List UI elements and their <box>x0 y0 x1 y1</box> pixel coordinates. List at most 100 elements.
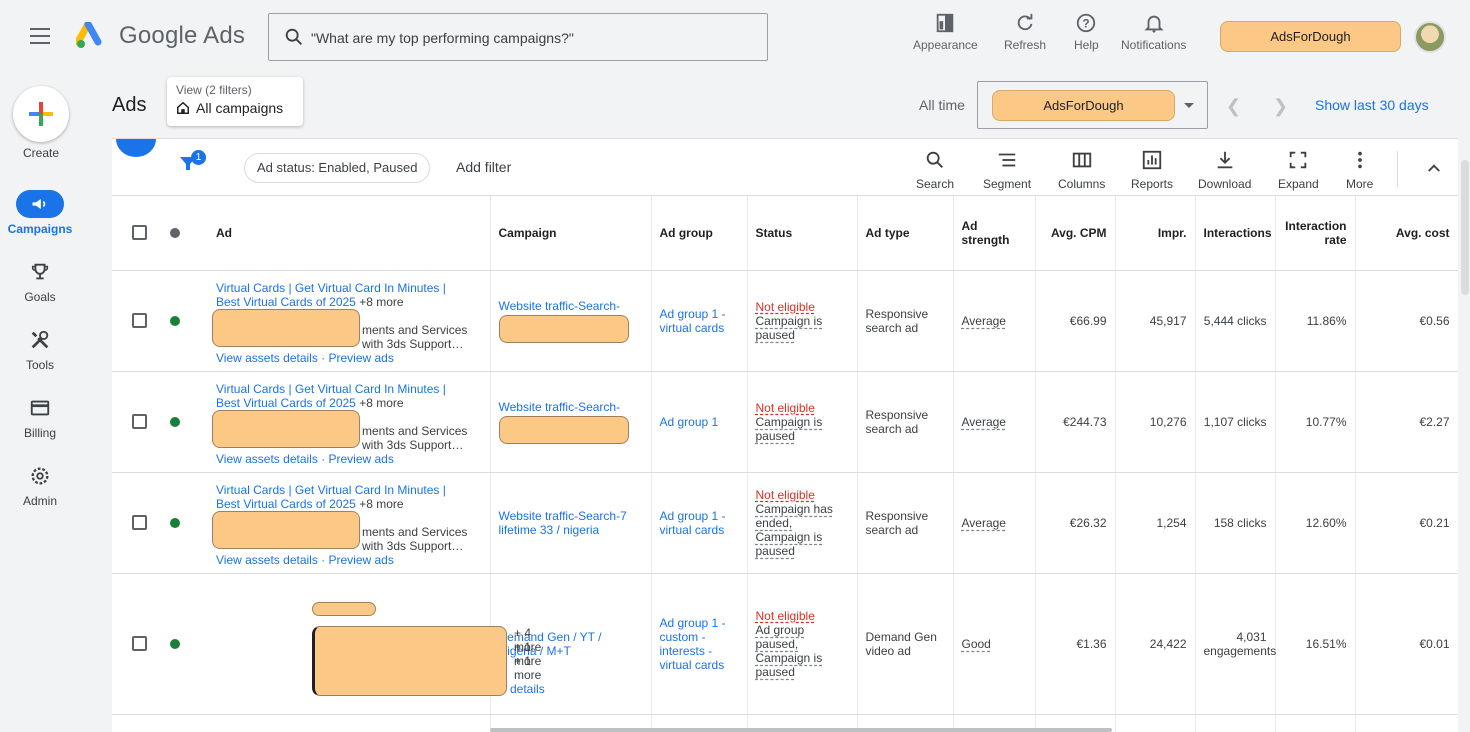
ad-headline-link[interactable]: Virtual Cards | Get Virtual Card In Minu… <box>216 382 456 410</box>
ad-group-link[interactable]: Ad group 1 - custom - interests - virtua… <box>651 573 748 715</box>
chevron-right-icon[interactable]: ❯ <box>1273 96 1288 117</box>
tools-icon <box>31 330 49 349</box>
ads-table-card: 1 Ad status: Enabled, Paused Add filter … <box>112 138 1458 732</box>
ad-group-link[interactable]: Ad group 1 - virtual cards <box>651 270 748 372</box>
campaigns-icon <box>32 199 46 209</box>
ad-strength[interactable]: Good <box>962 637 991 651</box>
account-dropdown-value: AdsForDough <box>992 90 1175 121</box>
columns-button[interactable]: Columns <box>1058 149 1105 191</box>
account-switcher[interactable]: AdsForDough <box>1220 21 1401 52</box>
column-header-ad[interactable]: Ad <box>208 196 491 271</box>
table-search-button[interactable]: Search <box>916 149 954 191</box>
ad-group-link[interactable]: Ad group 1 <box>651 371 748 473</box>
impressions: 45,917 <box>1115 270 1196 372</box>
chevron-left-icon[interactable]: ❮ <box>1226 96 1241 117</box>
interaction-rate: 10.77% <box>1275 371 1356 473</box>
show-last-30-days-link[interactable]: Show last 30 days <box>1315 97 1429 113</box>
more-button[interactable]: More <box>1346 149 1373 191</box>
app-name: Google Ads <box>119 22 246 49</box>
status-dot-header <box>170 227 180 238</box>
segment-icon <box>998 153 1016 167</box>
status-not-eligible[interactable]: Not eligible <box>756 401 849 415</box>
status-not-eligible[interactable]: Not eligible <box>756 488 849 502</box>
date-range-label[interactable]: All time <box>919 97 965 113</box>
row-checkbox[interactable] <box>132 414 147 429</box>
row-checkbox[interactable] <box>132 636 147 651</box>
avatar[interactable] <box>1414 21 1446 53</box>
help-button[interactable]: ? Help <box>1074 12 1099 52</box>
interactions: 5,444 clicks <box>1195 270 1276 372</box>
view-assets-link[interactable]: View assets details · Preview ads <box>216 452 394 466</box>
status-dot-enabled <box>170 638 180 649</box>
download-button[interactable]: Download <box>1198 149 1251 191</box>
row-checkbox[interactable] <box>132 313 147 328</box>
sidebar-item-billing[interactable]: Billing <box>0 394 80 440</box>
filter-chip-ad-status[interactable]: Ad status: Enabled, Paused <box>244 153 431 183</box>
column-header-campaign[interactable]: Campaign <box>490 196 652 271</box>
sidebar-item-campaigns[interactable]: Campaigns <box>0 190 80 236</box>
select-all-checkbox[interactable] <box>132 225 147 241</box>
status-dot-enabled <box>170 416 180 427</box>
sidebar: Create Campaigns Goals Tools Billing Adm… <box>0 74 80 732</box>
ad-strength[interactable]: Average <box>962 415 1006 429</box>
page-title: Ads <box>112 94 147 116</box>
column-header-status[interactable]: Status <box>747 196 858 271</box>
column-header-impr[interactable]: Impr. <box>1115 196 1196 271</box>
gear-icon <box>31 467 49 485</box>
help-icon: ? <box>1077 13 1096 33</box>
status-not-eligible[interactable]: Not eligible <box>756 609 849 623</box>
appearance-icon <box>937 13 954 33</box>
search-icon <box>285 28 302 45</box>
column-header-avg-cpm[interactable]: Avg. CPM <box>1035 196 1116 271</box>
column-header-ad-type[interactable]: Ad type <box>857 196 954 271</box>
view-selector[interactable]: View (2 filters) All campaigns <box>167 77 303 126</box>
sidebar-item-goals[interactable]: Goals <box>0 258 80 304</box>
segment-button[interactable]: Segment <box>983 149 1031 191</box>
menu-icon[interactable] <box>30 28 50 44</box>
ad-group-link[interactable]: Ad group 1 - virtual cards <box>651 472 748 574</box>
ad-strength[interactable]: Average <box>962 516 1006 530</box>
add-filter-button[interactable]: Add filter <box>456 159 511 175</box>
column-header-interactions[interactable]: Interactions <box>1195 196 1276 271</box>
column-header-interaction-rate[interactable]: Interaction rate <box>1275 196 1356 271</box>
campaign-link[interactable]: Website traffic-Search- <box>499 400 643 414</box>
column-header-ad-group[interactable]: Ad group <box>651 196 748 271</box>
chevron-up-icon[interactable] <box>1425 159 1443 177</box>
column-header-ad-strength[interactable]: Ad strength <box>953 196 1036 271</box>
sidebar-item-label: Tools <box>25 358 54 372</box>
vertical-scrollbar[interactable] <box>1461 160 1469 295</box>
view-details-link[interactable]: details <box>510 682 545 696</box>
ad-headline-link[interactable]: Virtual Cards | Get Virtual Card In Minu… <box>216 281 456 309</box>
ad-description: with 3ds Support… <box>362 336 464 351</box>
search-input[interactable] <box>311 26 751 50</box>
search-box[interactable] <box>268 13 768 61</box>
column-header-avg-cost[interactable]: Avg. cost <box>1355 196 1458 271</box>
reports-button[interactable]: Reports <box>1131 149 1173 191</box>
expand-button[interactable]: Expand <box>1278 149 1319 191</box>
status-detail: Campaign has ended, Campaign is paused <box>755 501 833 558</box>
plus-icon <box>29 102 53 126</box>
view-assets-link[interactable]: View assets details · Preview ads <box>216 553 394 567</box>
ad-strength[interactable]: Average <box>962 314 1006 328</box>
sidebar-item-admin[interactable]: Admin <box>0 462 80 508</box>
sidebar-item-tools[interactable]: Tools <box>0 326 80 372</box>
account-dropdown[interactable]: AdsForDough <box>977 81 1208 129</box>
view-assets-link[interactable]: View assets details · Preview ads <box>216 351 394 365</box>
create-button[interactable] <box>13 86 69 142</box>
status-not-eligible[interactable]: Not eligible <box>756 300 849 314</box>
ad-headline-link[interactable]: Virtual Cards | Get Virtual Card In Minu… <box>216 483 456 511</box>
home-icon <box>177 101 189 114</box>
ads-table: Ad Campaign Ad group Status Ad type Ad s… <box>112 196 1458 732</box>
campaign-link[interactable]: Website traffic-Search-7 lifetime 33 / n… <box>490 472 652 574</box>
interactions: 4,031 engagements <box>1195 573 1276 715</box>
appearance-button[interactable]: Appearance <box>913 12 978 52</box>
status-detail: Campaign is paused <box>755 313 823 342</box>
avg-cost: €0.56 <box>1355 270 1458 372</box>
top-bar: Google Ads Appearance Refresh ? Help Not… <box>0 0 1470 74</box>
refresh-button[interactable]: Refresh <box>1004 12 1046 52</box>
horizontal-scrollbar[interactable] <box>490 728 1112 732</box>
campaign-link[interactable]: Website traffic-Search- <box>499 299 643 313</box>
interaction-rate: 12.60% <box>1275 472 1356 574</box>
row-checkbox[interactable] <box>132 515 147 530</box>
notifications-button[interactable]: Notifications <box>1121 12 1186 52</box>
